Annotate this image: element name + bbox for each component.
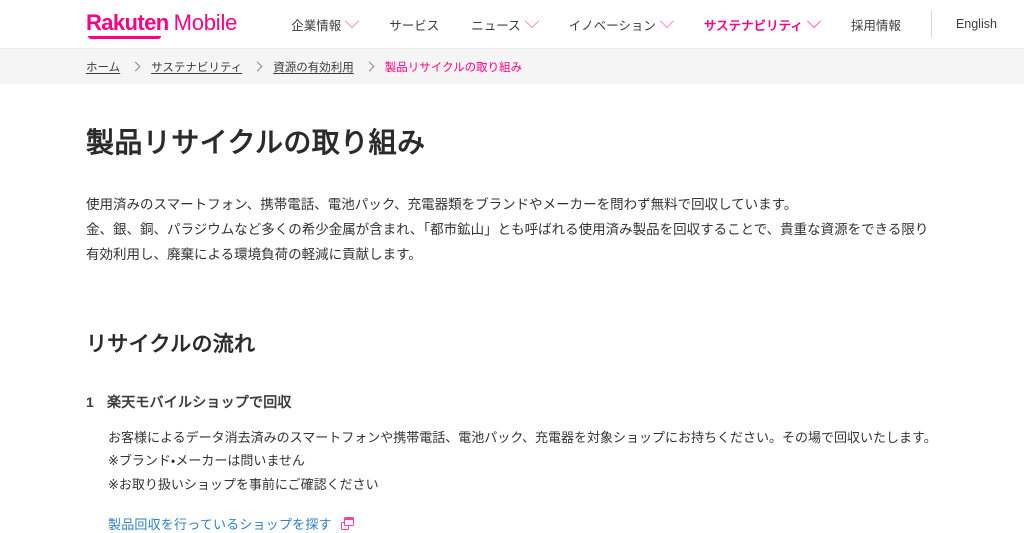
breadcrumb-separator-icon bbox=[364, 61, 375, 72]
step-header: 1 楽天モバイルショップで回収 bbox=[86, 392, 938, 412]
breadcrumb-item-sustainability[interactable]: サステナビリティ bbox=[151, 59, 242, 75]
breadcrumb: ホーム サステナビリティ 資源の有効利用 製品リサイクルの取り組み bbox=[0, 48, 1024, 84]
chevron-down-icon bbox=[806, 14, 821, 29]
nav-item-label: サステナビリティ bbox=[703, 18, 803, 33]
breadcrumb-item-home[interactable]: ホーム bbox=[86, 59, 120, 75]
language-switch-english[interactable]: English bbox=[942, 17, 1011, 31]
breadcrumb-separator-icon bbox=[130, 61, 141, 72]
nav-item-sustainability[interactable]: サステナビリティ bbox=[688, 14, 835, 34]
external-link-icon[interactable] bbox=[340, 517, 354, 531]
main-navigation: 企業情報 サービス ニュース イノベーション サステナビリティ 採用情報 Eng… bbox=[275, 11, 1011, 37]
nav-item-recruit[interactable]: 採用情報 bbox=[835, 15, 917, 34]
step-title: 楽天モバイルショップで回収 bbox=[107, 393, 292, 410]
step-body: お客様によるデータ消去済みのスマートフォンや携帯電話、電池パック、充電器を対象シ… bbox=[108, 426, 938, 496]
logo-rakuten-text: Rakuten bbox=[86, 10, 169, 39]
nav-item-label: 企業情報 bbox=[291, 18, 342, 33]
step-description: お客様によるデータ消去済みのスマートフォンや携帯電話、電池パック、充電器を対象シ… bbox=[108, 429, 937, 445]
nav-item-corporate[interactable]: 企業情報 bbox=[275, 14, 373, 34]
breadcrumb-item-resource-use[interactable]: 資源の有効利用 bbox=[273, 59, 354, 75]
intro-paragraph-2: 金、銀、銅、パラジウムなど多くの希少金属が含まれ、「都市鉱山」とも呼ばれる使用済… bbox=[86, 221, 929, 262]
nav-divider bbox=[930, 11, 932, 37]
find-recycling-shop-link[interactable]: 製品回収を行っているショップを探す bbox=[108, 514, 332, 533]
rakuten-mobile-logo[interactable]: Rakuten Mobile bbox=[86, 10, 238, 39]
page-title: 製品リサイクルの取り組み bbox=[86, 127, 426, 158]
nav-item-news[interactable]: ニュース bbox=[455, 14, 552, 34]
intro-text: 使用済みのスマートフォン、携帯電話、電池パック、充電器類をブランドやメーカーを問… bbox=[86, 193, 938, 268]
section-heading-recycle-flow: リサイクルの流れ bbox=[86, 332, 256, 356]
step-note-1: ※ブランド・メーカーは問いません bbox=[108, 453, 305, 469]
nav-item-service[interactable]: サービス bbox=[373, 15, 455, 34]
nav-item-innovation[interactable]: イノベーション bbox=[553, 14, 688, 34]
intro-paragraph-1: 使用済みのスマートフォン、携帯電話、電池パック、充電器類をブランドやメーカーを問… bbox=[86, 197, 798, 212]
chevron-down-icon bbox=[659, 14, 674, 29]
chevron-down-icon bbox=[524, 14, 539, 29]
nav-item-label: サービス bbox=[389, 18, 440, 33]
nav-item-label: ニュース bbox=[471, 18, 521, 33]
logo-mobile-text: Mobile bbox=[173, 10, 238, 35]
nav-item-label: イノベーション bbox=[568, 18, 656, 33]
main-content: 製品リサイクルの取り組み 使用済みのスマートフォン、携帯電話、電池パック、充電器… bbox=[0, 121, 1024, 533]
site-header: Rakuten Mobile 企業情報 サービス ニュース イノベーション サス… bbox=[0, 0, 1024, 48]
step-note-2: ※お取り扱いショップを事前にご確認ください bbox=[108, 476, 379, 492]
breadcrumb-separator-icon bbox=[252, 61, 263, 72]
shop-finder-link-row: 製品回収を行っているショップを探す bbox=[108, 514, 938, 533]
step-number: 1 bbox=[86, 393, 94, 410]
chevron-down-icon bbox=[345, 14, 360, 29]
nav-item-label: 採用情報 bbox=[850, 18, 901, 33]
breadcrumb-item-current: 製品リサイクルの取り組み bbox=[384, 61, 523, 74]
